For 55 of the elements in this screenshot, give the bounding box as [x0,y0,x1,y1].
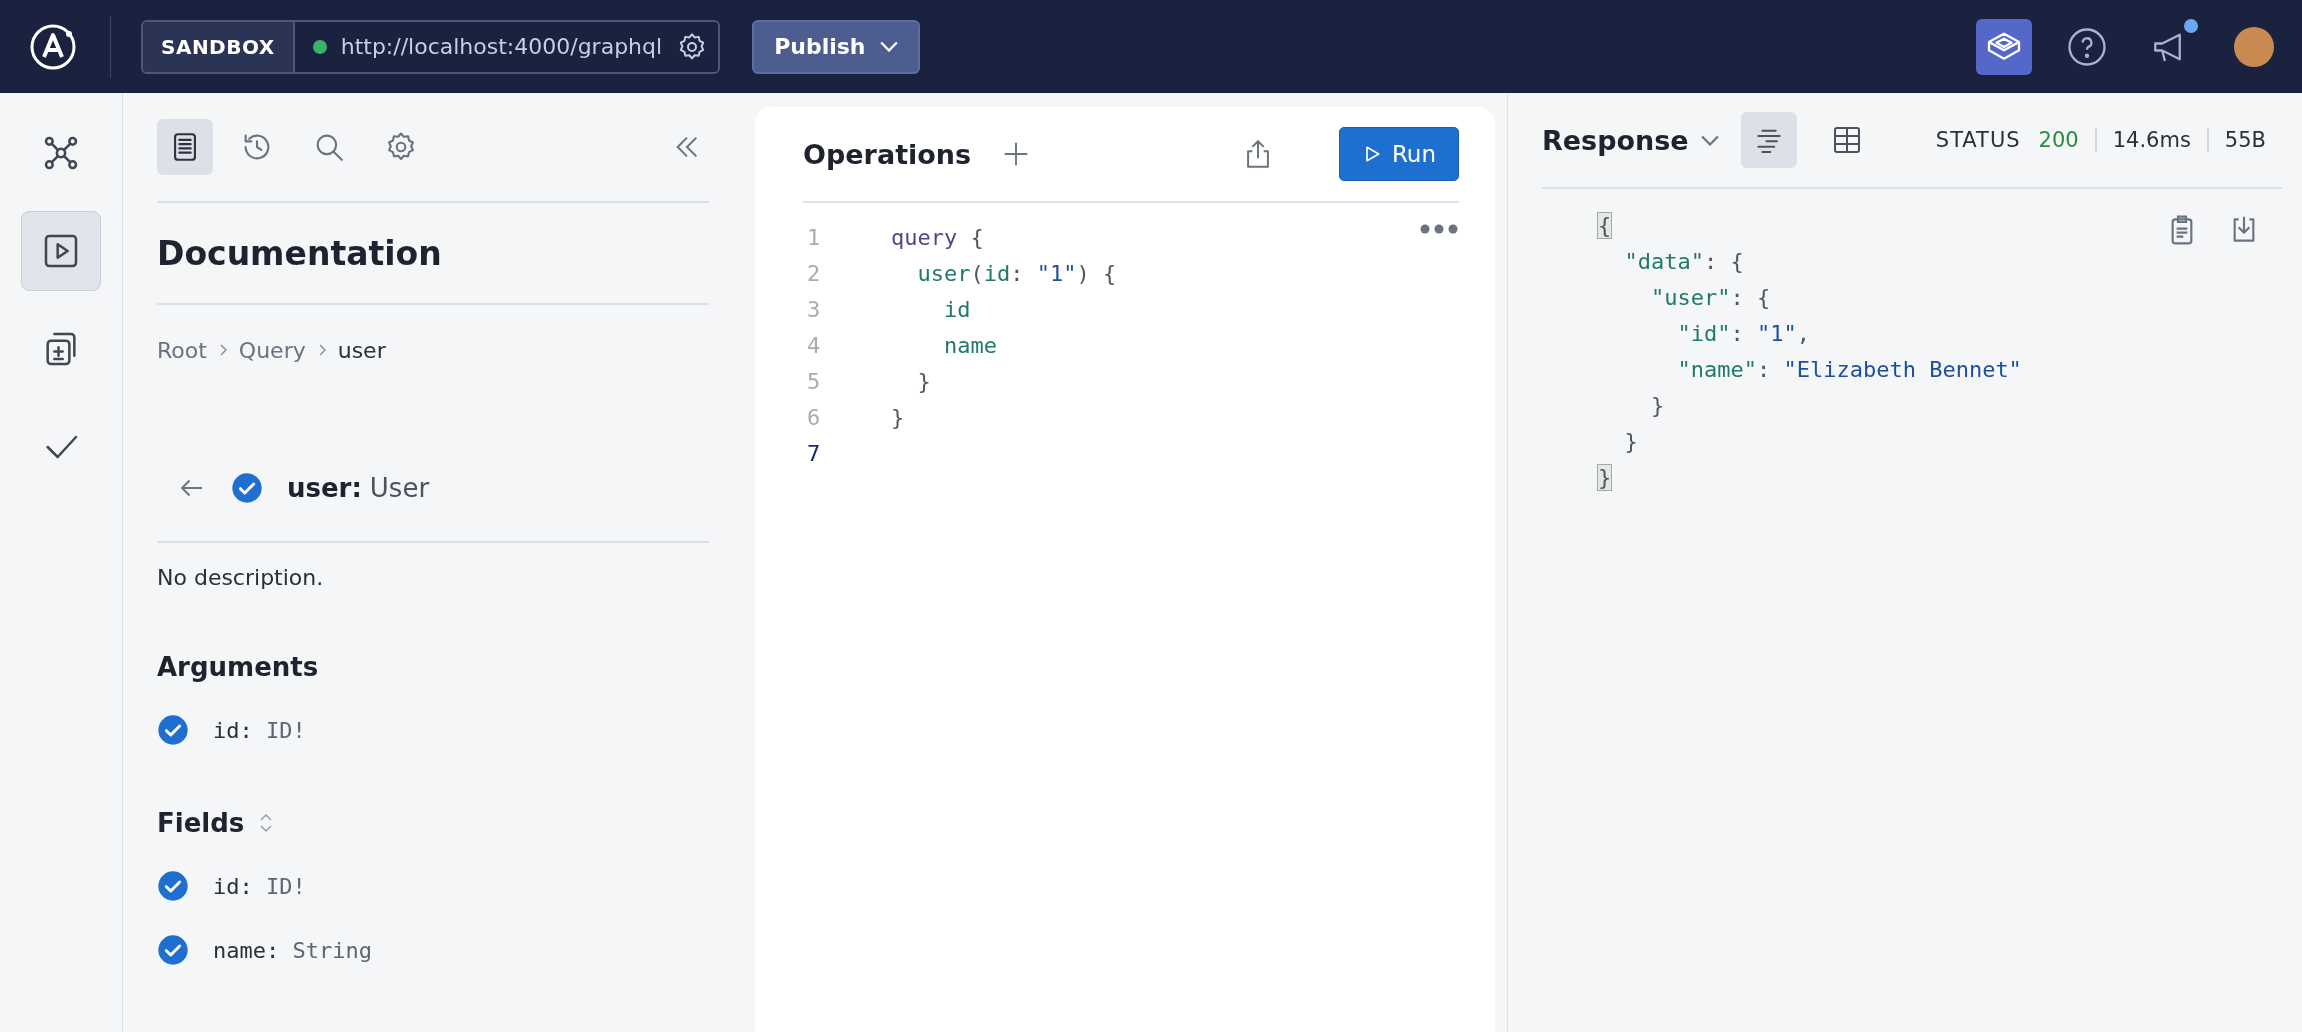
documentation-title: Documentation [157,203,709,305]
code-line: } [916,368,931,394]
publish-button[interactable]: Publish [752,19,920,74]
json-line: "data": { [1623,248,1744,274]
help-icon [2066,25,2108,68]
json-line: } [1623,428,1638,454]
response-size: 55B [2206,128,2282,152]
check-circle-icon[interactable] [157,934,189,966]
code-line: query { [891,224,984,250]
json-line: "name": "Elizabeth Bennet" [1676,356,2022,382]
chevron-down-icon [879,41,898,52]
response-dropdown[interactable]: Response [1542,124,1719,156]
check-circle-icon[interactable] [231,472,263,504]
check-circle-icon[interactable] [157,870,189,902]
line-number: 2 [806,260,822,286]
avatar[interactable] [2234,26,2274,67]
run-button[interactable]: Run [1338,127,1459,181]
schema-field[interactable]: name: String [213,937,372,963]
section-title: Fields [157,808,245,838]
more-options-button[interactable] [1419,223,1459,235]
schema-field[interactable]: id: ID! [213,873,306,899]
check-circle-icon[interactable] [157,714,189,746]
line-number: 7 [806,440,822,466]
line-number: 6 [806,404,822,430]
status-label: STATUS [1935,128,2021,152]
operations-title: Operations [803,138,972,170]
section-title: Arguments [157,652,319,682]
code-line: user(id: "1") { [916,260,1117,286]
json-line: "id": "1", [1676,320,1810,346]
code-line: name [942,332,997,358]
chevron-down-icon [1700,134,1719,146]
field-description: No description. [157,565,325,590]
docs-tool-button[interactable] [157,119,213,175]
more-icon [1419,223,1459,235]
line-number: 1 [806,224,822,250]
line-number: 4 [806,332,822,358]
field-name: user: [287,473,362,503]
code-line: id [942,296,971,322]
breadcrumb-chevron-icon [317,344,326,356]
json-line: "user": { [1649,284,1771,310]
breadcrumb-chevron-icon [218,344,227,356]
sandbox-box-button[interactable] [1976,18,2032,75]
json-line: } [1649,392,1665,418]
field-type[interactable]: User [369,473,430,503]
response-time: 14.6ms [2094,128,2207,152]
breadcrumb-link[interactable]: Query [238,337,306,363]
breadcrumb-link[interactable]: Root [157,337,207,363]
line-number: 5 [806,368,822,394]
breadcrumb-link[interactable]: user [337,337,386,363]
nav-rail-button[interactable] [21,211,101,291]
schema-field[interactable]: id: ID! [213,717,306,743]
status-code: 200 [2038,128,2079,152]
line-number: 3 [806,296,822,322]
code-line: } [891,404,905,430]
view-toggle-button[interactable] [1740,112,1797,168]
